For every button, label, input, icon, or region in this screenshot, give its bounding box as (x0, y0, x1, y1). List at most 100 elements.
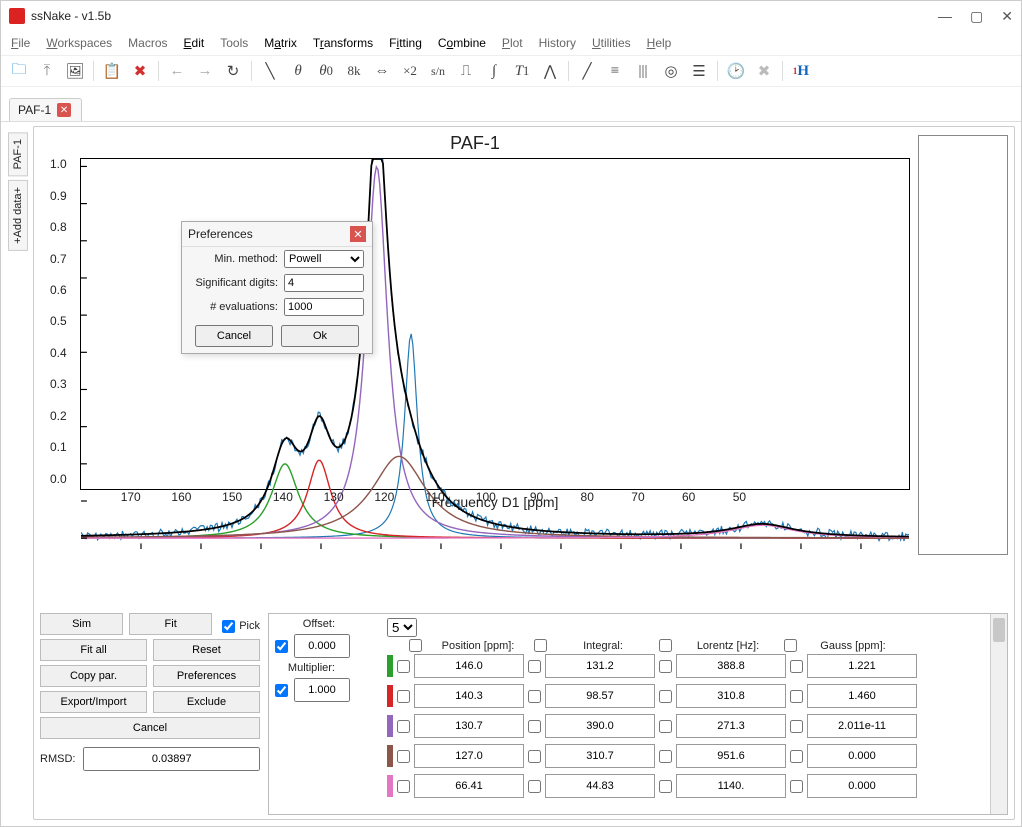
reset-button[interactable]: Reset (153, 639, 260, 661)
sidetab-add-data[interactable]: +Add data+ (8, 180, 28, 251)
site-lorentz[interactable] (676, 684, 786, 708)
site-lor-check[interactable] (659, 750, 672, 763)
site-position[interactable] (414, 744, 524, 768)
export-import-button[interactable]: Export/Import (40, 691, 147, 713)
site-gau-check[interactable] (790, 690, 803, 703)
width-icon[interactable]: ⇔ (370, 59, 394, 83)
menu-combine[interactable]: Combine (438, 36, 486, 50)
theta0-icon[interactable]: θ0 (314, 59, 338, 83)
site-integral[interactable] (545, 684, 655, 708)
site-integral[interactable] (545, 774, 655, 798)
site-lorentz[interactable] (676, 744, 786, 768)
menu-file[interactable]: File (11, 36, 30, 50)
list-icon[interactable]: ☰ (687, 59, 711, 83)
reload-icon[interactable]: ↻ (221, 59, 245, 83)
offset-checkbox[interactable] (275, 640, 288, 653)
site-pos-check[interactable] (397, 690, 410, 703)
site-lor-check[interactable] (659, 660, 672, 673)
dialog-close-icon[interactable]: ✕ (350, 226, 366, 242)
image-icon[interactable]: 🖼 (63, 59, 87, 83)
target-icon[interactable]: ◎ (659, 59, 683, 83)
site-position[interactable] (414, 714, 524, 738)
site-int-check[interactable] (528, 780, 541, 793)
tab-close-icon[interactable]: ✕ (57, 103, 71, 117)
theta-icon[interactable]: θ (286, 59, 310, 83)
site-lorentz[interactable] (676, 714, 786, 738)
scrollbar[interactable] (990, 614, 1007, 814)
hdr-check-pos[interactable] (409, 639, 422, 652)
clock-icon[interactable]: 🕑 (724, 59, 748, 83)
dialog-ok-button[interactable]: Ok (281, 325, 359, 347)
site-gau-check[interactable] (790, 780, 803, 793)
close-button[interactable]: ✕ (1001, 8, 1013, 25)
site-lorentz[interactable] (676, 654, 786, 678)
line-icon[interactable]: ╲ (258, 59, 282, 83)
site-position[interactable] (414, 654, 524, 678)
site-position[interactable] (414, 774, 524, 798)
redo-icon[interactable]: → (193, 59, 217, 83)
evals-input[interactable] (284, 298, 364, 316)
site-gauss[interactable] (807, 654, 917, 678)
menu-transforms[interactable]: Transforms (313, 36, 373, 50)
menu-utilities[interactable]: Utilities (592, 36, 631, 50)
lines3-icon[interactable]: ≡ (603, 59, 627, 83)
sn-icon[interactable]: s/n (426, 59, 450, 83)
menu-help[interactable]: Help (647, 36, 672, 50)
8k-icon[interactable]: 8k (342, 59, 366, 83)
fit-button[interactable]: Fit (129, 613, 212, 635)
fit-all-button[interactable]: Fit all (40, 639, 147, 661)
menu-tools[interactable]: Tools (220, 36, 248, 50)
integral-icon[interactable]: ∫ (482, 59, 506, 83)
site-int-check[interactable] (528, 660, 541, 673)
hdr-check-int[interactable] (534, 639, 547, 652)
menu-edit[interactable]: Edit (184, 36, 205, 50)
offset-select[interactable]: 5 (387, 618, 417, 637)
undo-icon[interactable]: ← (165, 59, 189, 83)
site-pos-check[interactable] (397, 720, 410, 733)
multiplier-value[interactable] (294, 678, 350, 702)
cancel-button[interactable]: Cancel (40, 717, 260, 739)
site-int-check[interactable] (528, 720, 541, 733)
site-lorentz[interactable] (676, 774, 786, 798)
open-icon[interactable]: 🗀 (7, 59, 31, 83)
min-method-select[interactable]: Powell (284, 250, 364, 268)
copy-par-button[interactable]: Copy par. (40, 665, 147, 687)
menu-macros[interactable]: Macros (128, 36, 167, 50)
menu-matrix[interactable]: Matrix (264, 36, 297, 50)
rmsd-value[interactable] (83, 747, 260, 771)
peak-icon[interactable]: ⋀ (538, 59, 562, 83)
minimize-button[interactable]: — (938, 8, 952, 25)
sig-digits-input[interactable] (284, 274, 364, 292)
site-pos-check[interactable] (397, 780, 410, 793)
site-integral[interactable] (545, 714, 655, 738)
menu-plot[interactable]: Plot (502, 36, 523, 50)
site-gauss[interactable] (807, 684, 917, 708)
site-integral[interactable] (545, 744, 655, 768)
site-position[interactable] (414, 684, 524, 708)
site-gau-check[interactable] (790, 660, 803, 673)
x2-icon[interactable]: ×2 (398, 59, 422, 83)
disabled-icon[interactable]: ✖ (752, 59, 776, 83)
site-lor-check[interactable] (659, 780, 672, 793)
t1-icon[interactable]: T1 (510, 59, 534, 83)
menu-workspaces[interactable]: Workspaces (46, 36, 112, 50)
site-integral[interactable] (545, 654, 655, 678)
site-lor-check[interactable] (659, 690, 672, 703)
ruler-icon[interactable]: ╱ (575, 59, 599, 83)
preferences-button[interactable]: Preferences (153, 665, 260, 687)
exclude-button[interactable]: Exclude (153, 691, 260, 713)
site-int-check[interactable] (528, 690, 541, 703)
site-pos-check[interactable] (397, 750, 410, 763)
copy-icon[interactable]: 📋 (100, 59, 124, 83)
tab-paf1[interactable]: PAF-1 ✕ (9, 98, 82, 121)
sidetab-paf1[interactable]: PAF-1 (8, 132, 28, 176)
multiplier-checkbox[interactable] (275, 684, 288, 697)
fft-icon[interactable]: ⎍ (454, 59, 478, 83)
nucleus-icon[interactable]: 1H (789, 59, 813, 83)
site-gau-check[interactable] (790, 720, 803, 733)
sim-button[interactable]: Sim (40, 613, 123, 635)
save-icon[interactable]: ⤒ (35, 59, 59, 83)
dialog-cancel-button[interactable]: Cancel (195, 325, 273, 347)
delete-icon[interactable]: ✖ (128, 59, 152, 83)
site-gau-check[interactable] (790, 750, 803, 763)
